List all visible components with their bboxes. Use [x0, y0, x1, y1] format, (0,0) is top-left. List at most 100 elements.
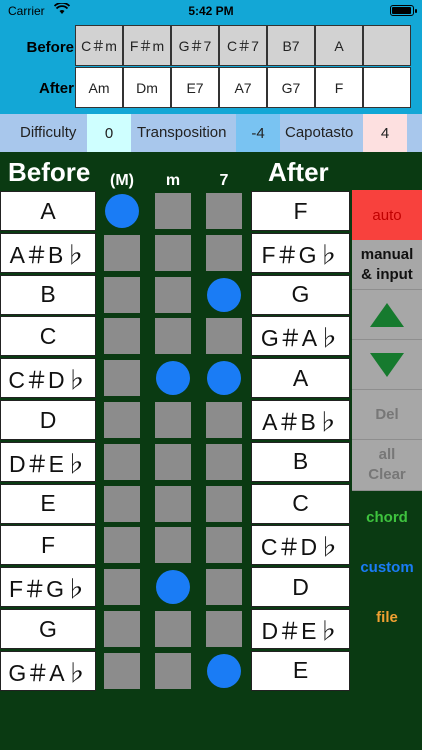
before-chord-cell[interactable]: B7: [267, 25, 315, 66]
major-column-header: (M): [110, 172, 134, 189]
seventh-toggle-selected[interactable]: [207, 653, 241, 688]
after-chord-cell[interactable]: G7: [267, 67, 315, 108]
minor-toggle[interactable]: [155, 234, 191, 271]
before-note[interactable]: B: [0, 274, 96, 315]
major-toggle[interactable]: [104, 402, 140, 438]
seventh-column-header: 7: [219, 172, 229, 189]
after-chord-cell[interactable]: Dm: [123, 67, 171, 108]
move-down-button[interactable]: [352, 340, 422, 390]
seventh-toggle-selected[interactable]: [207, 277, 241, 312]
move-up-button[interactable]: [352, 290, 422, 340]
before-note[interactable]: G＃A♭: [0, 650, 96, 691]
before-note[interactable]: A＃B♭: [0, 232, 96, 273]
manual-input-button[interactable]: manual & input: [352, 240, 422, 290]
seventh-toggle[interactable]: [206, 318, 242, 355]
minor-toggle[interactable]: [155, 318, 191, 355]
after-chord-cell[interactable]: Am: [75, 67, 123, 108]
after-note[interactable]: C＃D♭: [251, 525, 350, 566]
seventh-toggle[interactable]: [206, 527, 242, 564]
after-note[interactable]: A: [251, 358, 350, 399]
chord-button[interactable]: chord: [352, 502, 422, 532]
capotasto-value[interactable]: 4: [363, 114, 407, 152]
after-note[interactable]: A＃B♭: [251, 400, 350, 440]
after-note[interactable]: E: [251, 650, 350, 691]
seventh-toggle[interactable]: [206, 485, 242, 522]
before-header: Before: [8, 157, 91, 187]
after-note[interactable]: D＃E♭: [251, 609, 350, 649]
before-chord-cell[interactable]: A: [315, 25, 363, 66]
seventh-toggle[interactable]: [206, 443, 242, 480]
after-note[interactable]: C: [251, 483, 350, 524]
custom-button[interactable]: custom: [352, 552, 422, 582]
arrow-up-icon: [370, 302, 404, 327]
minor-toggle[interactable]: [155, 485, 191, 522]
difficulty-value[interactable]: 0: [87, 114, 131, 152]
after-note[interactable]: F: [251, 191, 350, 231]
minor-toggle-selected[interactable]: [156, 570, 190, 605]
clock: 5:42 PM: [188, 4, 234, 18]
before-note[interactable]: F＃G♭: [0, 567, 96, 608]
major-toggle[interactable]: [104, 276, 140, 313]
after-note[interactable]: G＃A♭: [251, 316, 350, 357]
before-note[interactable]: C: [0, 316, 96, 357]
major-toggle-selected[interactable]: [105, 194, 139, 228]
parameter-bar: Difficulty 0 Transposition -4 Capotasto …: [0, 114, 422, 152]
major-toggle[interactable]: [104, 318, 140, 355]
status-bar: Carrier 5:42 PM: [0, 0, 422, 22]
seventh-toggle[interactable]: [206, 402, 242, 438]
minor-toggle[interactable]: [155, 652, 191, 689]
transposition-value[interactable]: -4: [236, 114, 280, 152]
before-chord-cell[interactable]: [363, 25, 411, 66]
minor-toggle-selected[interactable]: [156, 361, 190, 396]
before-note[interactable]: E: [0, 483, 96, 524]
before-note[interactable]: D: [0, 400, 96, 440]
after-header: After: [268, 157, 329, 187]
all-clear-button[interactable]: all Clear: [352, 440, 422, 491]
minor-toggle[interactable]: [155, 193, 191, 229]
minor-toggle[interactable]: [155, 276, 191, 313]
after-chord-cell[interactable]: [363, 67, 411, 108]
after-note[interactable]: B: [251, 441, 350, 482]
arrow-down-icon: [370, 352, 404, 377]
before-note[interactable]: A: [0, 191, 96, 231]
major-toggle[interactable]: [104, 360, 140, 397]
after-note[interactable]: G: [251, 274, 350, 315]
minor-column-header: m: [165, 172, 181, 189]
before-row-label: Before: [26, 39, 74, 56]
major-toggle[interactable]: [104, 443, 140, 480]
before-chord-cell[interactable]: C＃m: [75, 25, 123, 66]
after-note[interactable]: D: [251, 567, 350, 608]
after-chord-cell[interactable]: E7: [171, 67, 219, 108]
seventh-toggle[interactable]: [206, 569, 242, 606]
major-toggle[interactable]: [104, 569, 140, 606]
seventh-toggle[interactable]: [206, 234, 242, 271]
before-chord-cell[interactable]: F＃m: [123, 25, 171, 66]
before-chord-cell[interactable]: G＃7: [171, 25, 219, 66]
auto-button[interactable]: auto: [352, 190, 422, 240]
major-toggle[interactable]: [104, 485, 140, 522]
major-toggle[interactable]: [104, 611, 140, 647]
minor-toggle[interactable]: [155, 611, 191, 647]
transposition-label: Transposition: [137, 124, 227, 141]
delete-button[interactable]: Del: [352, 390, 422, 440]
capotasto-label: Capotasto: [285, 124, 354, 141]
battery-icon: [390, 5, 417, 16]
seventh-toggle-selected[interactable]: [207, 361, 241, 396]
before-chord-cell[interactable]: C＃7: [219, 25, 267, 66]
file-button[interactable]: file: [352, 602, 422, 632]
seventh-toggle[interactable]: [206, 193, 242, 229]
major-toggle[interactable]: [104, 234, 140, 271]
before-note[interactable]: G: [0, 609, 96, 649]
seventh-toggle[interactable]: [206, 611, 242, 647]
minor-toggle[interactable]: [155, 402, 191, 438]
after-chord-cell[interactable]: A7: [219, 67, 267, 108]
after-note[interactable]: F＃G♭: [251, 232, 350, 273]
major-toggle[interactable]: [104, 652, 140, 689]
before-note[interactable]: C＃D♭: [0, 358, 96, 399]
after-chord-cell[interactable]: F: [315, 67, 363, 108]
major-toggle[interactable]: [104, 527, 140, 564]
before-note[interactable]: D＃E♭: [0, 441, 96, 482]
before-note[interactable]: F: [0, 525, 96, 566]
minor-toggle[interactable]: [155, 443, 191, 480]
minor-toggle[interactable]: [155, 527, 191, 564]
